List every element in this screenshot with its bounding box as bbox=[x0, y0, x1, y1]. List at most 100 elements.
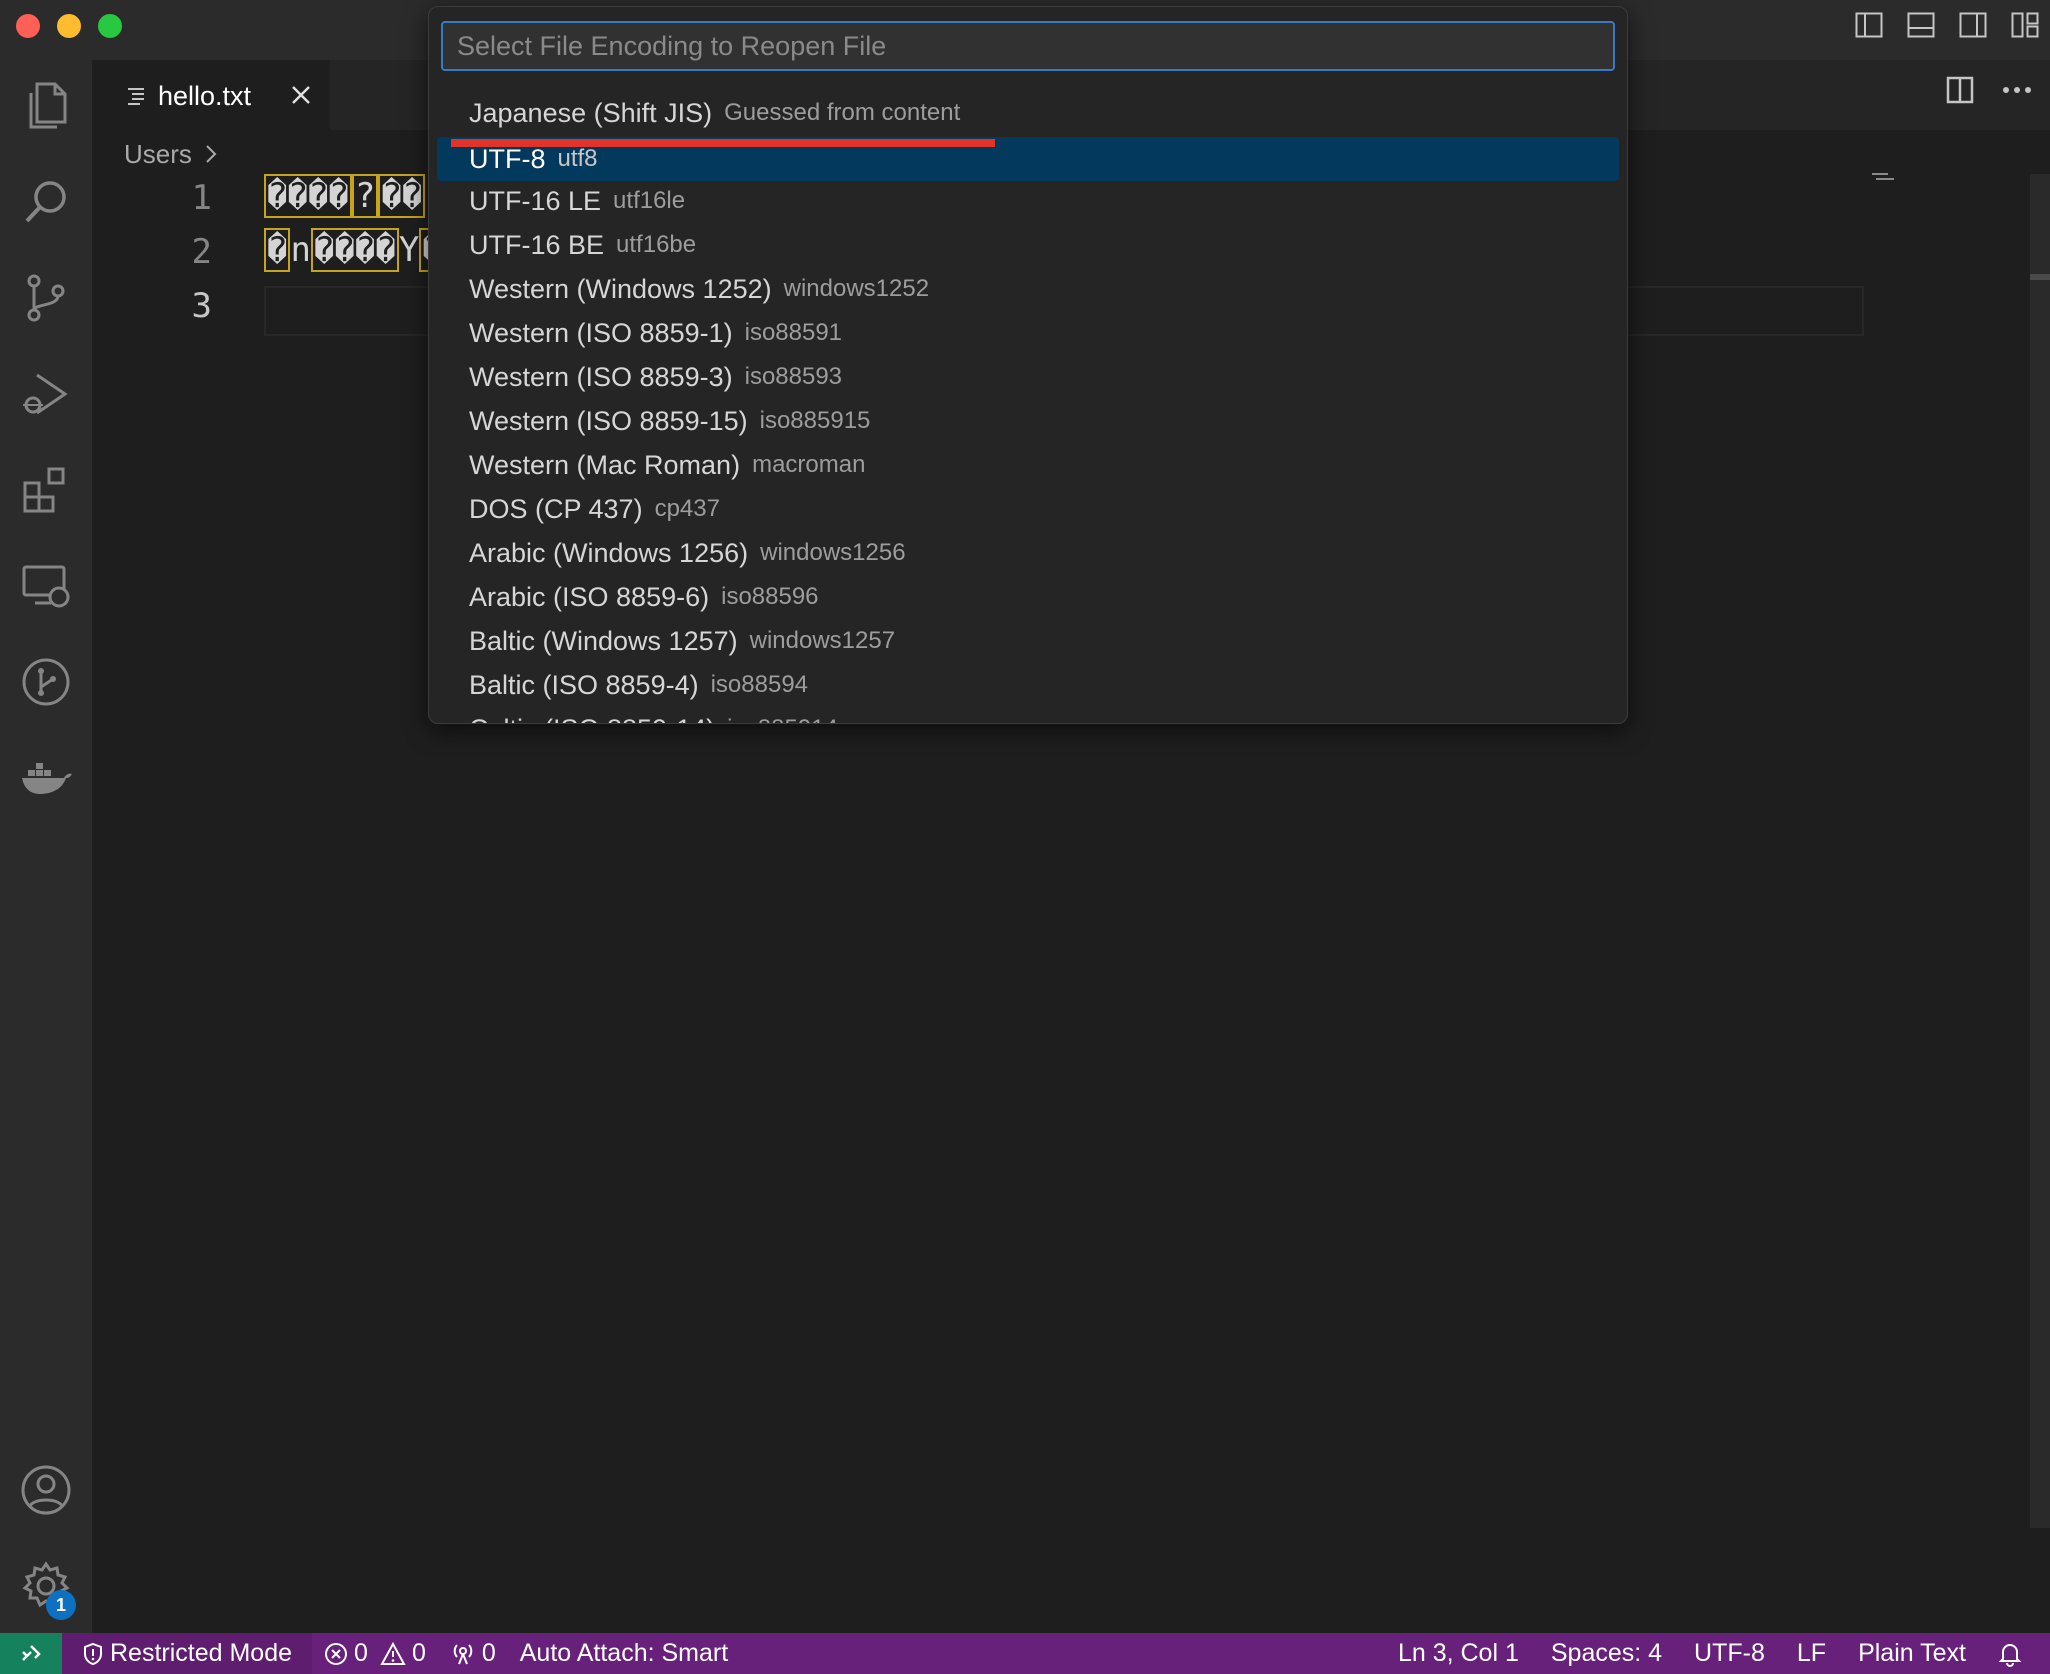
code-line[interactable]: ����?��1 bbox=[264, 174, 446, 218]
close-window-button[interactable] bbox=[16, 14, 40, 38]
files-icon[interactable] bbox=[0, 60, 92, 152]
encoding-option-label: UTF-16 BE bbox=[469, 229, 605, 260]
encoding-option[interactable]: Western (Mac Roman) macroman bbox=[437, 443, 1619, 487]
encoding-option[interactable]: DOS (CP 437) cp437 bbox=[437, 487, 1619, 531]
encoding-option-description: iso88591 bbox=[744, 319, 843, 346]
status-bar-right: Ln 3, Col 1 Spaces: 4 UTF-8 LF Plain Tex… bbox=[1382, 1633, 2050, 1674]
encoding-option-label: Western (ISO 8859-15) bbox=[469, 405, 748, 436]
warning-icon bbox=[380, 1641, 406, 1665]
ports-count: 0 bbox=[481, 1639, 496, 1667]
docker-icon[interactable] bbox=[0, 732, 92, 824]
git-graph-icon[interactable] bbox=[0, 636, 92, 728]
encoding-option-description: windows1256 bbox=[760, 539, 906, 566]
encoding-option-label: Baltic (ISO 8859-4) bbox=[469, 669, 699, 700]
source-control-icon[interactable] bbox=[0, 252, 92, 344]
encoding-option[interactable]: Japanese (Shift JIS) Guessed from content bbox=[437, 91, 1619, 135]
encoding-button[interactable]: UTF-8 bbox=[1678, 1633, 1781, 1674]
indentation-button[interactable]: Spaces: 4 bbox=[1535, 1633, 1678, 1674]
editor-vertical-scrollbar[interactable] bbox=[2030, 174, 2050, 1528]
breadcrumb-segment-users[interactable]: Users bbox=[124, 139, 192, 170]
layout-controls bbox=[1854, 10, 2040, 40]
encoding-option[interactable]: Arabic (Windows 1256) windows1256 bbox=[437, 531, 1619, 575]
minimize-window-button[interactable] bbox=[57, 14, 81, 38]
more-actions-icon[interactable] bbox=[2002, 86, 2032, 94]
encoding-option-description: iso885914 bbox=[727, 715, 838, 723]
auto-attach-button[interactable]: Auto Attach: Smart bbox=[508, 1633, 740, 1674]
encoding-option-description: cp437 bbox=[654, 495, 720, 522]
language-mode-button[interactable]: Plain Text bbox=[1842, 1633, 1982, 1674]
encoding-option[interactable]: Western (ISO 8859-1) iso88591 bbox=[437, 311, 1619, 355]
toggle-secondary-sidebar-icon[interactable] bbox=[1958, 10, 1988, 40]
error-icon bbox=[325, 1642, 348, 1665]
encoding-option-description: iso88593 bbox=[744, 363, 843, 390]
restricted-mode-button[interactable]: Restricted Mode bbox=[62, 1633, 313, 1674]
split-editor-icon[interactable] bbox=[1946, 76, 1974, 104]
encoding-option[interactable]: Baltic (Windows 1257) windows1257 bbox=[437, 619, 1619, 663]
eol-button[interactable]: LF bbox=[1781, 1633, 1842, 1674]
tab-filename: hello.txt bbox=[158, 80, 252, 111]
encoding-option-description: macroman bbox=[752, 451, 866, 478]
encoding-option[interactable]: Baltic (ISO 8859-4) iso88594 bbox=[437, 663, 1619, 707]
code-text: Y bbox=[398, 230, 420, 270]
breadcrumb: Users bbox=[124, 134, 218, 174]
notifications-button[interactable] bbox=[1982, 1633, 2050, 1674]
toggle-panel-icon[interactable] bbox=[1906, 10, 1936, 40]
annotation-underline bbox=[451, 139, 995, 147]
quick-pick-input[interactable] bbox=[441, 21, 1615, 71]
encoding-option-label: Western (Windows 1252) bbox=[469, 273, 772, 304]
encoding-option[interactable]: Arabic (ISO 8859-6) iso88596 bbox=[437, 575, 1619, 619]
broadcast-icon bbox=[453, 1643, 473, 1664]
close-tab-icon[interactable] bbox=[288, 82, 314, 108]
encoding-option-label: Celtic (ISO 8859-14) bbox=[469, 714, 715, 724]
run-debug-icon[interactable] bbox=[0, 348, 92, 440]
encoding-option-label: DOS (CP 437) bbox=[469, 493, 643, 524]
shield-icon bbox=[84, 1642, 102, 1665]
bell-icon bbox=[1998, 1643, 2022, 1667]
editor-tab-hello-txt[interactable]: hello.txt bbox=[92, 60, 330, 130]
encoding-option-description: windows1252 bbox=[783, 275, 930, 302]
encoding-option[interactable]: Western (ISO 8859-15) iso885915 bbox=[437, 399, 1619, 443]
encoding-option[interactable]: Western (Windows 1252) windows1252 bbox=[437, 267, 1619, 311]
encoding-option-description: iso885915 bbox=[759, 407, 871, 434]
line-number: 1 bbox=[191, 178, 212, 218]
maximize-window-button[interactable] bbox=[98, 14, 122, 38]
scrollbar-thumb[interactable] bbox=[2030, 274, 2050, 280]
encoding-option[interactable]: Celtic (ISO 8859-14) iso885914 bbox=[437, 707, 1619, 724]
encoding-option-label: Japanese (Shift JIS) bbox=[469, 97, 713, 128]
search-icon[interactable] bbox=[0, 156, 92, 248]
problems-button[interactable]: 0 0 bbox=[312, 1633, 438, 1674]
encoding-option-description: Guessed from content bbox=[724, 99, 961, 126]
settings-gear-icon[interactable]: 1 bbox=[0, 1540, 92, 1632]
status-bar: Restricted Mode 0 0 0 Auto Attach: Smart… bbox=[0, 1633, 2050, 1674]
encoding-option[interactable]: UTF-16 BE utf16be bbox=[437, 223, 1619, 267]
account-icon[interactable] bbox=[0, 1444, 92, 1536]
ports-button[interactable]: 0 bbox=[438, 1633, 508, 1674]
encoding-option-label: Western (Mac Roman) bbox=[469, 449, 741, 480]
settings-update-badge: 1 bbox=[46, 1590, 76, 1620]
code-line[interactable]: �n����Y� bbox=[264, 228, 446, 272]
invalid-char-highlight: � bbox=[264, 228, 291, 272]
encoding-option[interactable]: Western (ISO 8859-3) iso88593 bbox=[437, 355, 1619, 399]
remote-indicator-button[interactable] bbox=[0, 1633, 62, 1674]
encoding-option[interactable]: UTF-16 LE utf16le bbox=[437, 179, 1619, 223]
line-number: 2 bbox=[191, 232, 212, 272]
encoding-option-description: utf16be bbox=[616, 231, 697, 258]
encoding-option-description: utf8 bbox=[557, 145, 598, 172]
minimap-icon bbox=[1872, 173, 1894, 180]
invalid-char-highlight: �� bbox=[378, 174, 426, 218]
encoding-quick-pick: Japanese (Shift JIS) Guessed from content… bbox=[428, 6, 1628, 724]
editor-actions bbox=[1946, 76, 2032, 104]
activity-bar: 1 bbox=[0, 60, 92, 1633]
remote-explorer-icon[interactable] bbox=[0, 540, 92, 632]
customize-layout-icon[interactable] bbox=[2010, 10, 2040, 40]
encoding-option-label: UTF-8 bbox=[469, 143, 546, 174]
invalid-char-highlight: ���� bbox=[310, 228, 399, 272]
encoding-option-label: Baltic (Windows 1257) bbox=[469, 625, 738, 656]
warning-count: 0 bbox=[411, 1639, 426, 1667]
cursor-position-button[interactable]: Ln 3, Col 1 bbox=[1382, 1633, 1535, 1674]
remote-icon bbox=[22, 1644, 41, 1661]
invalid-char-highlight: ? bbox=[351, 174, 379, 218]
extensions-icon[interactable] bbox=[0, 444, 92, 536]
toggle-primary-sidebar-icon[interactable] bbox=[1854, 10, 1884, 40]
error-count: 0 bbox=[354, 1639, 368, 1667]
